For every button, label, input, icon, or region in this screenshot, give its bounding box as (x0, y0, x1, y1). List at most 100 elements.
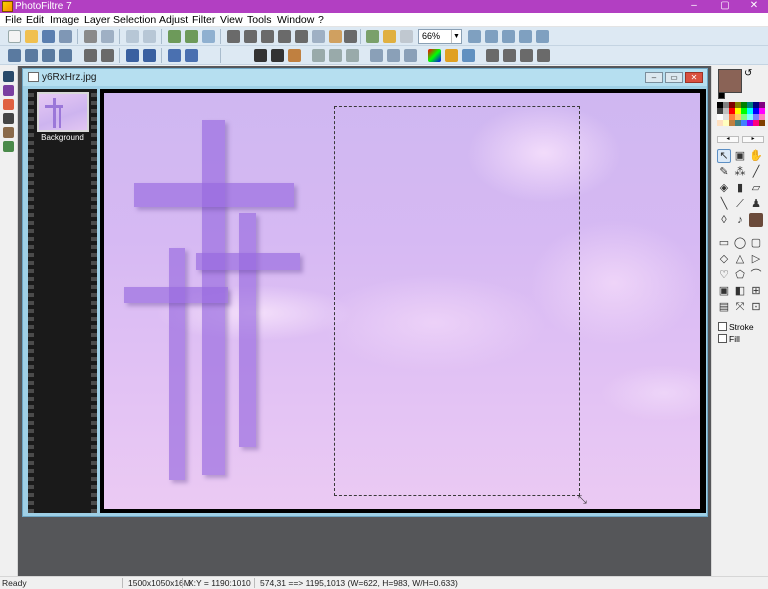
actual-size-icon[interactable] (502, 30, 515, 43)
mirror-icon[interactable] (520, 49, 533, 62)
menu-help[interactable]: ? (318, 13, 324, 27)
fill-checkbox[interactable] (718, 334, 727, 343)
brightness-up-icon[interactable] (42, 49, 55, 62)
copy-icon[interactable] (202, 30, 215, 43)
stroke-checkbox[interactable] (718, 322, 727, 331)
crop-selection-icon[interactable]: ▤ (717, 300, 731, 314)
eye-icon[interactable] (3, 71, 14, 82)
saturation-down-icon[interactable] (143, 49, 156, 62)
layer-icon[interactable] (295, 30, 308, 43)
menu-file[interactable]: File (5, 13, 22, 27)
minimize-button[interactable]: – (680, 0, 708, 13)
magic-wand-tool-icon[interactable]: ⁂ (733, 165, 747, 179)
image-size-icon[interactable] (227, 30, 240, 43)
undo-icon[interactable] (126, 30, 139, 43)
contrast-up-icon[interactable] (84, 49, 97, 62)
selection-marquee[interactable] (334, 106, 580, 496)
palette-next-button[interactable]: ▸ (742, 136, 764, 143)
swap-colors-icon[interactable]: ↺ (744, 69, 752, 79)
menu-window[interactable]: Window (277, 13, 314, 27)
doc-restore-button[interactable]: ▭ (665, 72, 683, 83)
zoom-in-icon[interactable] (468, 30, 481, 43)
text-icon[interactable] (344, 30, 357, 43)
open-folder-icon[interactable] (25, 30, 38, 43)
freeform-shape-icon[interactable]: ⌒ (749, 268, 763, 282)
flip-horizontal-icon[interactable] (370, 49, 383, 62)
paste-icon[interactable] (168, 30, 181, 43)
spray-tool-icon[interactable]: ▮ (733, 181, 747, 195)
rotate-right-icon[interactable] (503, 49, 516, 62)
zoom-out-icon[interactable] (485, 30, 498, 43)
line-tool-icon[interactable]: ╱ (749, 165, 763, 179)
drop-icon[interactable] (329, 49, 342, 62)
invert-selection-icon[interactable]: ◧ (733, 284, 747, 298)
canvas-size-icon[interactable] (244, 30, 257, 43)
paste-new-icon[interactable] (185, 30, 198, 43)
ellipse-shape-icon[interactable]: ◯ (733, 236, 747, 250)
palette-swatch[interactable] (759, 120, 765, 126)
new-file-icon[interactable] (8, 30, 21, 43)
film-icon[interactable] (3, 113, 14, 124)
menu-selection[interactable]: Selection (113, 13, 156, 27)
rectangle-shape-icon[interactable]: ▭ (717, 236, 731, 250)
sepia-icon[interactable] (271, 49, 284, 62)
palette-prev-button[interactable]: ◂ (717, 136, 739, 143)
blur-tool-icon[interactable]: ◊ (717, 213, 731, 227)
chevron-down-icon[interactable]: ▼ (451, 30, 461, 43)
contrast-down-icon[interactable] (101, 49, 114, 62)
rotate-left-icon[interactable] (486, 49, 499, 62)
foreground-color-swatch[interactable] (718, 69, 742, 93)
gamma-up-icon[interactable] (168, 49, 181, 62)
scan-icon[interactable] (101, 30, 114, 43)
eraser-mask-icon[interactable] (400, 30, 413, 43)
rotate-icon[interactable] (404, 49, 417, 62)
menu-edit[interactable]: Edit (26, 13, 44, 27)
gamma-down-icon[interactable] (185, 49, 198, 62)
color-icon[interactable] (428, 49, 441, 62)
save-as-icon[interactable] (59, 30, 72, 43)
explorer-icon[interactable] (3, 127, 14, 138)
fullscreen-icon[interactable] (536, 30, 549, 43)
fill-bucket-tool-icon[interactable]: ◈ (717, 181, 731, 195)
triangle-right-shape-icon[interactable]: ▷ (749, 252, 763, 266)
menu-adjust[interactable]: Adjust (159, 13, 188, 27)
select-all-icon[interactable]: ▣ (717, 284, 731, 298)
doc-minimize-button[interactable]: – (645, 72, 663, 83)
document-titlebar[interactable]: y6RxHrz.jpg – ▭ ✕ (23, 69, 707, 86)
fit-window-icon[interactable] (519, 30, 532, 43)
expand-selection-icon[interactable]: ⤧ (733, 300, 747, 314)
flip-icon[interactable] (537, 49, 550, 62)
eyedropper-tool-icon[interactable]: ✎ (717, 165, 731, 179)
smudge-tool-icon[interactable]: ♪ (733, 213, 747, 227)
layer-manager-icon[interactable] (3, 85, 14, 96)
background-color-swatch[interactable] (718, 92, 725, 99)
image-canvas[interactable] (104, 93, 700, 509)
brush-icon[interactable] (3, 99, 14, 110)
sharpen-icon[interactable] (312, 49, 325, 62)
eraser-tool-icon[interactable]: ▱ (749, 181, 763, 195)
grayscale-icon[interactable] (254, 49, 267, 62)
hand-tool-icon[interactable]: ✋ (749, 149, 763, 163)
flip-vertical-icon[interactable] (387, 49, 400, 62)
blur-icon[interactable] (288, 49, 301, 62)
pattern-icon[interactable] (383, 30, 396, 43)
crop-icon[interactable] (261, 30, 274, 43)
menu-layer[interactable]: Layer (84, 13, 110, 27)
brightness-down-icon[interactable] (59, 49, 72, 62)
advanced-brush-tool-icon[interactable]: ⟋ (733, 197, 747, 211)
print-icon[interactable] (84, 30, 97, 43)
pointer-tool-icon[interactable]: ↖ (717, 149, 731, 163)
layer-thumbnail[interactable] (37, 92, 89, 132)
texture-icon[interactable] (346, 49, 359, 62)
doc-close-button[interactable]: ✕ (685, 72, 703, 83)
menu-tools[interactable]: Tools (247, 13, 272, 27)
maximize-button[interactable]: ▢ (711, 0, 739, 13)
zoom-select[interactable]: 66% ▼ (418, 29, 462, 44)
rounded-rect-shape-icon[interactable]: ▢ (749, 236, 763, 250)
menu-view[interactable]: View (220, 13, 243, 27)
auto-contrast-icon[interactable] (25, 49, 38, 62)
frame-icon[interactable] (278, 30, 291, 43)
adjust-icon[interactable] (462, 49, 475, 62)
selection-tool-icon[interactable] (329, 30, 342, 43)
redo-icon[interactable] (143, 30, 156, 43)
